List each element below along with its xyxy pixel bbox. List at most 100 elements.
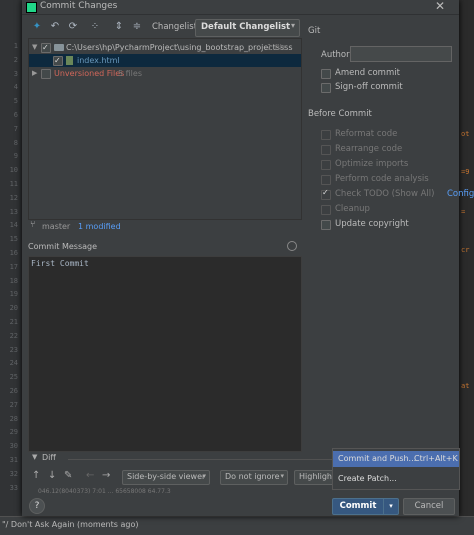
- line-number: 3: [13, 69, 18, 78]
- close-icon[interactable]: ✕: [435, 0, 445, 13]
- tree-unversioned-row[interactable]: ▶ Unversioned Files 5 files: [29, 67, 301, 80]
- ide-status-bar: "/ Don't Ask Again (moments ago): [0, 516, 474, 535]
- diff-revision-info: 046.12(8040373) 7:01 ... 65658008 64.77.…: [38, 488, 171, 495]
- line-number: 20: [9, 304, 18, 313]
- commit-changes-dialog: Commit Changes ✕ ✦ ↶ ⟳ ⁘ ⇕ ≑ Changelist:…: [22, 0, 474, 516]
- commit-options-dropdown-button[interactable]: ▾: [383, 498, 399, 515]
- analysis-checkbox[interactable]: [321, 175, 331, 185]
- expand-all-icon[interactable]: ⇕: [112, 20, 126, 34]
- expand-arrow-icon[interactable]: ▼: [32, 41, 37, 54]
- copyright-checkbox[interactable]: [321, 220, 331, 230]
- commit-push-label: Commit and Push...: [338, 454, 417, 463]
- commit-history-icon[interactable]: [287, 241, 297, 251]
- file-checkbox[interactable]: [53, 54, 63, 67]
- unversioned-checkbox[interactable]: [41, 69, 51, 79]
- rollback-icon[interactable]: ↶: [48, 20, 62, 34]
- commit-button[interactable]: Commit: [332, 498, 384, 515]
- line-number: 11: [9, 179, 18, 188]
- line-number: 8: [13, 138, 18, 147]
- line-number: 4: [13, 83, 18, 92]
- chevron-down-icon: ▾: [290, 21, 295, 30]
- arrow-down-icon[interactable]: ↓: [48, 470, 56, 481]
- cleanup-checkbox[interactable]: [321, 205, 331, 215]
- signoff-label: Sign-off commit: [335, 82, 403, 92]
- pycharm-app-icon: [26, 2, 37, 13]
- ignore-value: Do not ignore: [225, 472, 280, 481]
- line-number: 1: [13, 42, 18, 50]
- unversioned-label: Unversioned Files: [54, 69, 125, 78]
- line-number-gutter: 1 2 3 4 5 6 7 8 9 10 11 12 13 14 15 16 17 18 19 20 21 22 23 24 2…: [0, 40, 22, 495]
- signoff-checkbox[interactable]: [321, 83, 331, 93]
- analysis-label: Perform code analysis: [335, 174, 429, 184]
- cleanup-label: Cleanup: [335, 204, 370, 214]
- commit-message-text: First Commit: [31, 259, 89, 268]
- todo-checkbox[interactable]: [321, 188, 331, 200]
- line-number: 27: [9, 400, 18, 409]
- code-fragment: =9: [461, 168, 470, 176]
- cancel-button[interactable]: Cancel: [403, 498, 455, 515]
- unversioned-count: 5 files: [118, 69, 142, 78]
- viewer-mode-dropdown[interactable]: Side-by-side viewer ▾: [122, 470, 210, 485]
- line-number: 17: [9, 262, 18, 271]
- commit-message-input[interactable]: First Commit: [28, 256, 302, 452]
- line-number: 15: [9, 235, 18, 244]
- line-number: 19: [9, 290, 18, 299]
- show-diff-icon[interactable]: ✦: [30, 20, 44, 34]
- arrow-right-icon[interactable]: →: [102, 470, 110, 481]
- line-number: 21: [9, 317, 18, 326]
- optimize-label: Optimize imports: [335, 159, 409, 169]
- html-file-icon: [66, 56, 73, 65]
- optimize-checkbox[interactable]: [321, 160, 331, 170]
- line-number: 2: [13, 55, 18, 64]
- commit-label: Commit: [339, 501, 377, 511]
- branch-icon: ⑂: [30, 220, 36, 230]
- commit-push-shortcut: Ctrl+Alt+K: [414, 454, 458, 463]
- changelist-dropdown[interactable]: Default Changelist ▾: [195, 19, 300, 37]
- folder-icon: [54, 44, 64, 51]
- root-checkbox[interactable]: [41, 41, 51, 54]
- collapse-arrow-icon[interactable]: ▶: [32, 67, 37, 80]
- line-number: 32: [9, 469, 18, 478]
- tree-root-row[interactable]: ▼ C:\Users\hp\PycharmProject\using_boots…: [29, 41, 301, 54]
- amend-checkbox[interactable]: [321, 69, 331, 79]
- ignore-whitespace-dropdown[interactable]: Do not ignore ▾: [220, 470, 288, 485]
- code-fragment: at: [461, 382, 470, 390]
- todo-label: Check TODO (Show All): [335, 189, 435, 199]
- chevron-down-icon: ▾: [202, 472, 206, 480]
- reformat-checkbox[interactable]: [321, 130, 331, 140]
- collapse-all-icon[interactable]: ≑: [130, 20, 144, 34]
- file-name: index.html: [77, 56, 120, 65]
- tree-file-row[interactable]: index.html: [29, 54, 301, 67]
- branch-name: master: [42, 222, 71, 231]
- dialog-title: Commit Changes: [40, 1, 118, 11]
- group-by-icon[interactable]: ⁘: [88, 20, 102, 34]
- author-label: Author:: [321, 50, 353, 60]
- create-patch-label: Create Patch...: [338, 474, 397, 483]
- cancel-label: Cancel: [414, 501, 444, 511]
- arrow-up-icon[interactable]: ↑: [32, 470, 40, 481]
- copyright-label: Update copyright: [335, 219, 409, 229]
- commit-message-label: Commit Message: [28, 242, 98, 251]
- line-number: 10: [9, 166, 18, 175]
- edit-source-icon[interactable]: ✎: [64, 470, 72, 481]
- configure-link[interactable]: Configure: [447, 189, 474, 199]
- modified-count-link[interactable]: 1 modified: [78, 222, 121, 231]
- line-number: 24: [9, 359, 18, 368]
- amend-label: Amend commit: [335, 68, 400, 78]
- line-number: 9: [13, 152, 18, 161]
- changelist-label: Changelist:: [152, 22, 200, 32]
- author-field[interactable]: [350, 46, 452, 62]
- commit-and-push-item[interactable]: Commit and Push... Ctrl+Alt+K: [333, 451, 459, 467]
- branch-status: ⑂ master 1 modified: [28, 220, 300, 234]
- before-commit-section-label: Before Commit: [308, 109, 372, 119]
- create-patch-item[interactable]: Create Patch...: [333, 471, 459, 487]
- code-fragment: =: [461, 208, 466, 216]
- help-button[interactable]: ?: [29, 498, 45, 514]
- git-section-label: Git: [308, 26, 321, 36]
- arrow-left-icon[interactable]: ←: [86, 470, 94, 481]
- collapse-arrow-icon[interactable]: ▼: [32, 453, 37, 461]
- refresh-icon[interactable]: ⟳: [66, 20, 80, 34]
- viewer-mode-value: Side-by-side viewer: [127, 472, 206, 481]
- line-number: 13: [9, 207, 18, 216]
- rearrange-checkbox[interactable]: [321, 145, 331, 155]
